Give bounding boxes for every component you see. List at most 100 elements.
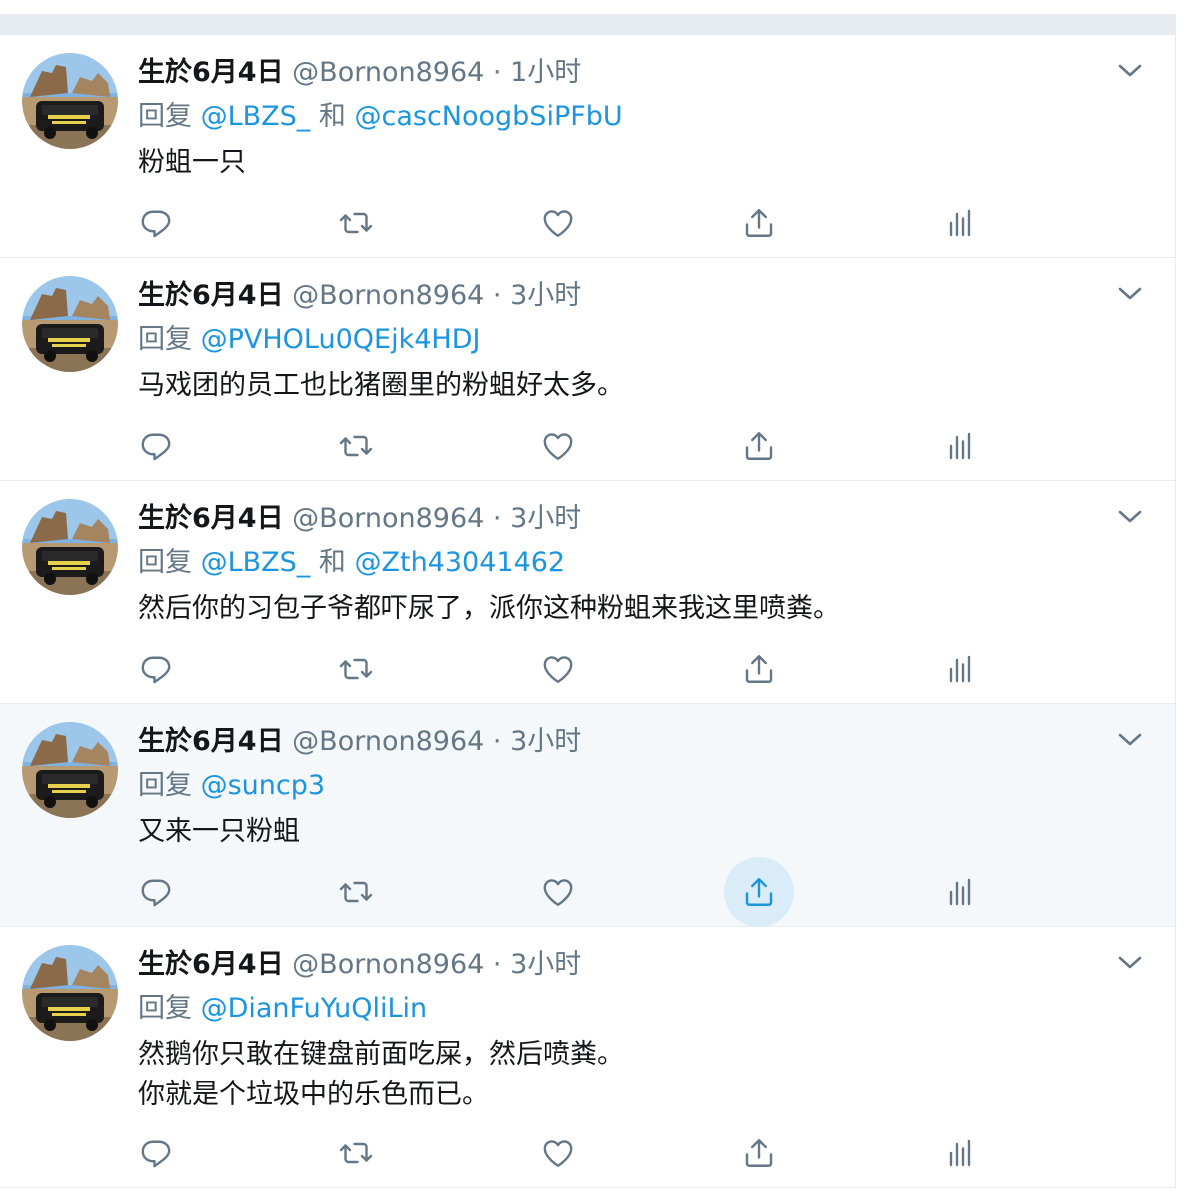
reply-prefix: 回复 (138, 993, 192, 1024)
share-button[interactable] (735, 1129, 783, 1177)
tweet-item[interactable]: 生於6月4日 @Bornon8964 · 1小时 回复 @LBZS_ 和 @ca… (0, 35, 1175, 258)
tweet-menu-button[interactable] (1117, 61, 1143, 81)
author-name[interactable]: 生於6月4日 (138, 949, 284, 980)
separator-dot: · (492, 949, 502, 980)
chevron-down-icon (1118, 956, 1142, 969)
author-name[interactable]: 生於6月4日 (138, 280, 284, 311)
timeline-top-bar (0, 14, 1176, 35)
mention-link[interactable]: @Zth43041462 (354, 547, 565, 578)
tweet-feed: 生於6月4日 @Bornon8964 · 1小时 回复 @LBZS_ 和 @ca… (0, 35, 1176, 1188)
mention-link[interactable]: @LBZS_ (201, 547, 311, 578)
share-button[interactable] (735, 199, 783, 247)
retweet-icon (339, 1142, 373, 1164)
author-handle[interactable]: @Bornon8964 (292, 57, 484, 88)
reply-button[interactable] (132, 199, 180, 247)
avatar[interactable] (22, 53, 118, 149)
tweet-time[interactable]: 3小时 (510, 726, 581, 757)
mention-link[interactable]: @DianFuYuQliLin (201, 993, 428, 1024)
tweet-time[interactable]: 3小时 (510, 949, 581, 980)
author-name[interactable]: 生於6月4日 (138, 726, 284, 757)
author-handle[interactable]: @Bornon8964 (292, 949, 484, 980)
analytics-button[interactable] (936, 1129, 984, 1177)
reply-button[interactable] (132, 422, 180, 470)
analytics-button[interactable] (936, 868, 984, 916)
tweet-header: 生於6月4日 @Bornon8964 · 3小时 (138, 947, 581, 983)
analytics-button[interactable] (936, 645, 984, 693)
reply-conjunction: 和 (318, 547, 346, 578)
analytics-button[interactable] (936, 199, 984, 247)
tweet-menu-button[interactable] (1117, 953, 1143, 973)
reply-context: 回复 @PVHOLu0QEjk4HDJ (138, 322, 480, 358)
share-icon (745, 1139, 773, 1167)
tweet-menu-button[interactable] (1117, 284, 1143, 304)
tweet-actions (138, 422, 998, 470)
retweet-button[interactable] (332, 422, 380, 470)
heart-icon (543, 656, 573, 683)
reply-icon (141, 433, 171, 461)
reply-prefix: 回复 (138, 101, 192, 132)
author-handle[interactable]: @Bornon8964 (292, 503, 484, 534)
author-handle[interactable]: @Bornon8964 (292, 726, 484, 757)
tweet-item[interactable]: 生於6月4日 @Bornon8964 · 3小时 回复 @PVHOLu0QEjk… (0, 258, 1175, 481)
analytics-icon (949, 209, 971, 237)
avatar[interactable] (22, 499, 118, 595)
like-button[interactable] (534, 422, 582, 470)
tweet-item[interactable]: 生於6月4日 @Bornon8964 · 3小时 回复 @suncp3 又来一只… (0, 704, 1175, 927)
analytics-icon (949, 878, 971, 906)
author-name[interactable]: 生於6月4日 (138, 57, 284, 88)
reply-button[interactable] (132, 1129, 180, 1177)
tweet-menu-button[interactable] (1117, 507, 1143, 527)
tweet-text: 又来一只粉蛆 (138, 812, 300, 852)
retweet-icon (339, 435, 373, 457)
reply-button[interactable] (132, 868, 180, 916)
share-button[interactable] (724, 857, 794, 927)
author-name[interactable]: 生於6月4日 (138, 503, 284, 534)
heart-icon (543, 1140, 573, 1167)
reply-icon (141, 1140, 171, 1168)
avatar[interactable] (22, 722, 118, 818)
mention-link[interactable]: @cascNoogbSiPFbU (354, 101, 622, 132)
retweet-button[interactable] (332, 645, 380, 693)
mention-link[interactable]: @PVHOLu0QEjk4HDJ (201, 324, 481, 355)
tweet-time[interactable]: 1小时 (510, 57, 581, 88)
retweet-icon (339, 658, 373, 680)
like-button[interactable] (534, 1129, 582, 1177)
mention-link[interactable]: @LBZS_ (201, 101, 311, 132)
tweet-text-line: 马戏团的员工也比猪圈里的粉蛆好太多。 (138, 370, 624, 401)
author-handle[interactable]: @Bornon8964 (292, 280, 484, 311)
like-button[interactable] (534, 868, 582, 916)
tweet-time[interactable]: 3小时 (510, 280, 581, 311)
analytics-button[interactable] (936, 422, 984, 470)
avatar[interactable] (22, 945, 118, 1041)
reply-prefix: 回复 (138, 547, 192, 578)
retweet-button[interactable] (332, 1129, 380, 1177)
separator-dot: · (492, 503, 502, 534)
tweet-header: 生於6月4日 @Bornon8964 · 3小时 (138, 278, 581, 314)
tweet-item[interactable]: 生於6月4日 @Bornon8964 · 3小时 回复 @LBZS_ 和 @Zt… (0, 481, 1175, 704)
mention-link[interactable]: @suncp3 (201, 770, 325, 801)
retweet-button[interactable] (332, 199, 380, 247)
reply-icon (141, 879, 171, 907)
reply-context: 回复 @DianFuYuQliLin (138, 991, 427, 1027)
share-button[interactable] (735, 645, 783, 693)
reply-context: 回复 @LBZS_ 和 @cascNoogbSiPFbU (138, 99, 623, 135)
reply-icon (141, 656, 171, 684)
share-icon (745, 432, 773, 460)
tweet-header: 生於6月4日 @Bornon8964 · 3小时 (138, 724, 581, 760)
avatar-image (22, 53, 118, 149)
tweet-item[interactable]: 生於6月4日 @Bornon8964 · 3小时 回复 @DianFuYuQli… (0, 927, 1175, 1188)
like-button[interactable] (534, 645, 582, 693)
reply-button[interactable] (132, 645, 180, 693)
avatar[interactable] (22, 276, 118, 372)
tweet-text-line: 粉蛆一只 (138, 147, 246, 178)
share-button[interactable] (735, 422, 783, 470)
reply-context: 回复 @LBZS_ 和 @Zth43041462 (138, 545, 565, 581)
avatar-image (22, 722, 118, 818)
chevron-down-icon (1118, 287, 1142, 300)
like-button[interactable] (534, 199, 582, 247)
heart-icon (543, 210, 573, 237)
avatar-image (22, 276, 118, 372)
tweet-menu-button[interactable] (1117, 730, 1143, 750)
tweet-time[interactable]: 3小时 (510, 503, 581, 534)
retweet-button[interactable] (332, 868, 380, 916)
